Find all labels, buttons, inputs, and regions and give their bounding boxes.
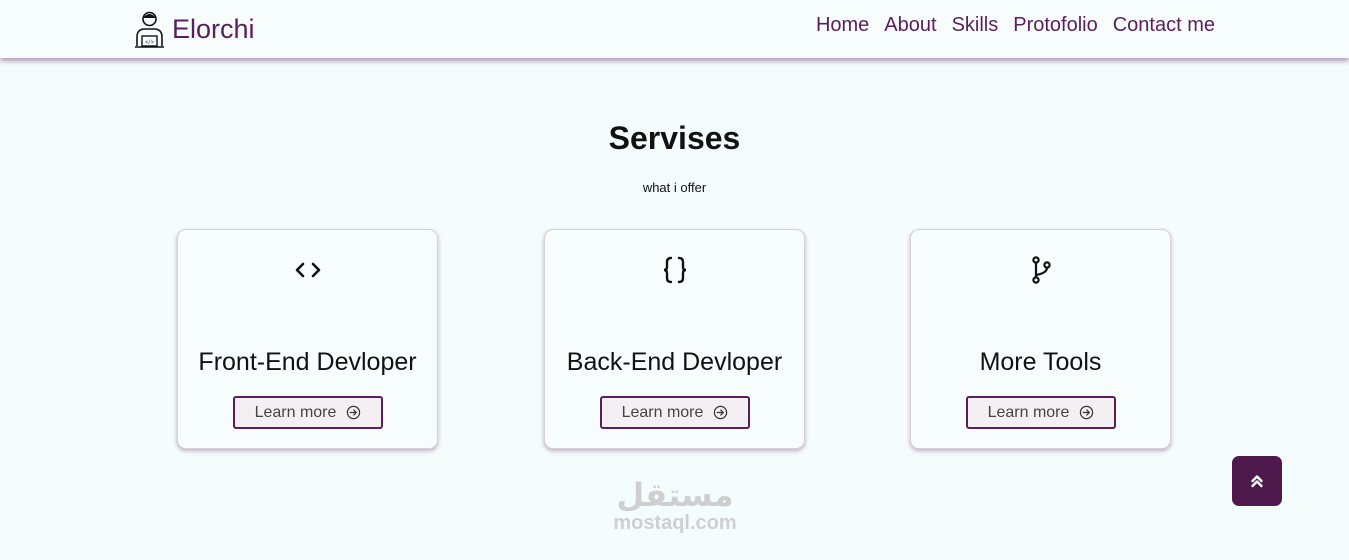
watermark-arabic: مستقل [616, 476, 734, 514]
scroll-to-top-button[interactable] [1232, 456, 1282, 506]
service-card-title: More Tools [979, 348, 1102, 376]
section-title: Servises [608, 120, 741, 156]
curly-braces-icon [663, 256, 686, 284]
learn-more-label: Learn more [621, 403, 704, 421]
arrow-circle-right-icon [1080, 405, 1094, 420]
section-subtitle: what i offer [642, 180, 707, 195]
brand[interactable]: </> Elorchi [133, 9, 255, 49]
brand-name: Elorchi [172, 13, 255, 44]
service-card-tools: More Tools Learn more [910, 229, 1171, 449]
learn-more-button[interactable]: Learn more [233, 396, 383, 429]
code-brackets-icon [295, 262, 320, 278]
learn-more-button[interactable]: Learn more [966, 396, 1116, 429]
git-branch-icon [1031, 256, 1051, 284]
nav-skills[interactable]: Skills [952, 14, 999, 37]
nav-about[interactable]: About [884, 14, 936, 37]
learn-more-button[interactable]: Learn more [600, 396, 750, 429]
service-card-frontend: Front-End Devloper Learn more [177, 229, 438, 449]
learn-more-label: Learn more [987, 403, 1070, 421]
arrow-circle-right-icon [347, 405, 361, 420]
double-chevron-up-icon [1251, 475, 1263, 488]
service-card-title: Front-End Devloper [198, 348, 417, 376]
arrow-circle-right-icon [714, 405, 728, 420]
navbar: </> Elorchi Home About Skills Protofolio… [0, 0, 1349, 58]
learn-more-label: Learn more [254, 403, 337, 421]
mostaql-watermark: مستقل mostaql.com [600, 478, 750, 534]
svg-text:</>: </> [145, 40, 154, 46]
watermark-latin: mostaql.com [613, 512, 737, 534]
nav-contact[interactable]: Contact me [1113, 14, 1215, 37]
developer-avatar-icon: </> [135, 11, 164, 48]
service-card-backend: Back-End Devloper Learn more [544, 229, 805, 449]
service-card-title: Back-End Devloper [566, 348, 783, 376]
nav-portfolio[interactable]: Protofolio [1013, 14, 1098, 37]
nav-home[interactable]: Home [816, 14, 869, 37]
nav-links: Home About Skills Protofolio Contact me [816, 14, 1215, 37]
